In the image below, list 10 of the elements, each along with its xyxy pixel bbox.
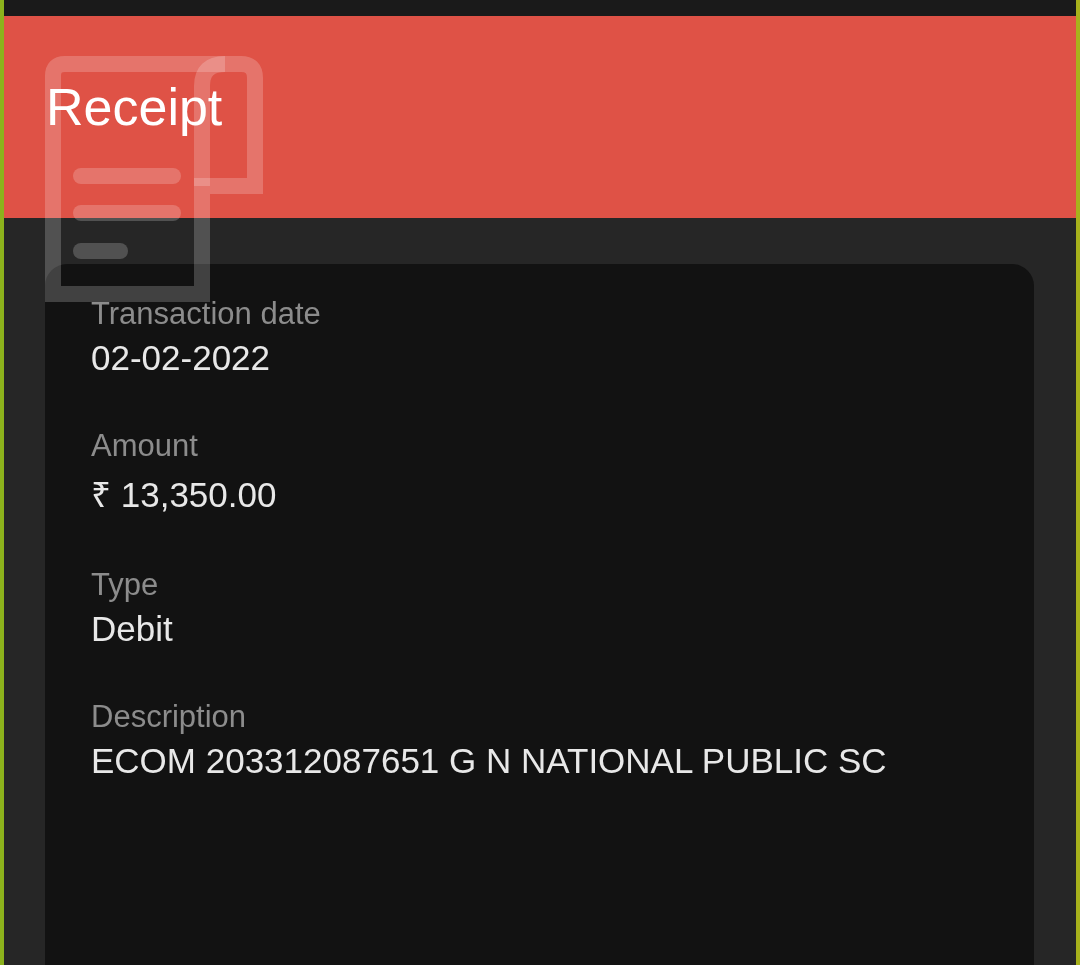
field-label: Type	[91, 567, 160, 603]
field-label: Description	[91, 699, 248, 735]
page-title: Receipt	[46, 77, 223, 137]
field-value: ₹ 13,350.00	[91, 474, 278, 516]
field-label: Amount	[91, 428, 199, 464]
receipt-icon	[45, 56, 265, 302]
field-value: 02-02-2022	[91, 338, 272, 378]
field-label: Transaction date	[91, 296, 322, 332]
field-value: Debit	[91, 609, 174, 649]
field-value: ECOM 203312087651 G N NATIONAL PUBLIC SC	[91, 741, 888, 781]
